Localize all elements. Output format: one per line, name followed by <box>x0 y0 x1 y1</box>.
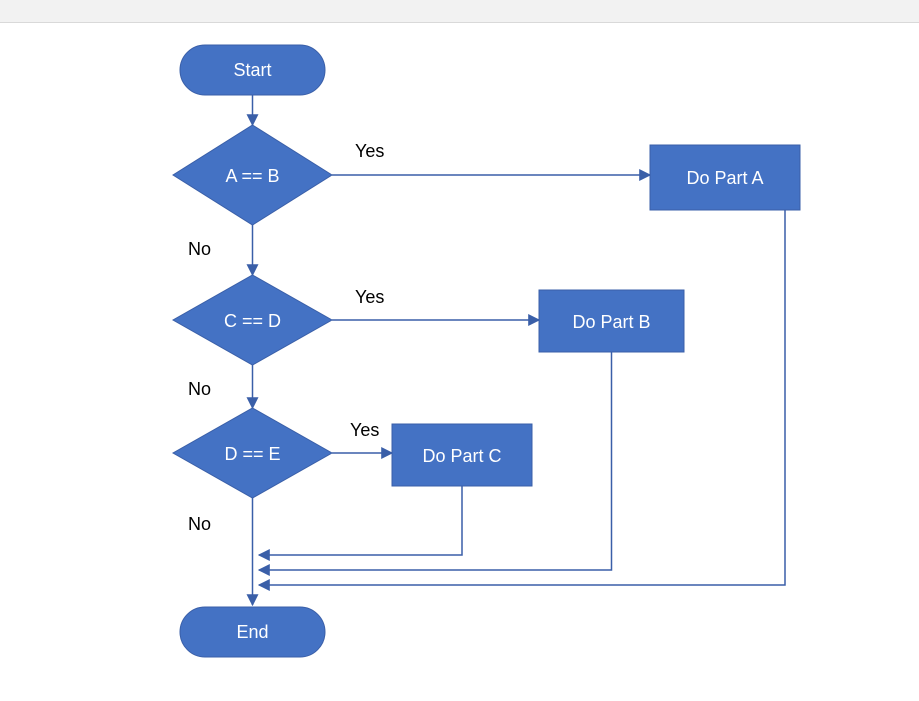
d3-no-label: No <box>188 514 211 534</box>
decision2-text: C == D <box>224 311 281 331</box>
process-c-text: Do Part C <box>422 446 501 466</box>
end-label: End <box>236 622 268 642</box>
process-c: Do Part C <box>392 424 532 486</box>
d3-yes-label: Yes <box>350 420 379 440</box>
process-a: Do Part A <box>650 145 800 210</box>
connector-c-return <box>259 486 462 555</box>
decision3-text: D == E <box>224 444 280 464</box>
process-b: Do Part B <box>539 290 684 352</box>
decision-d-eq-e: D == E <box>173 408 332 498</box>
process-a-text: Do Part A <box>686 168 763 188</box>
d1-no-label: No <box>188 239 211 259</box>
connector-a-return <box>259 210 785 585</box>
d1-yes-label: Yes <box>355 141 384 161</box>
window-top-strip <box>0 0 919 23</box>
flowchart-canvas: Start A == B Yes Do Part A No C == D Yes… <box>0 0 919 701</box>
decision-a-eq-b: A == B <box>173 125 332 225</box>
process-b-text: Do Part B <box>572 312 650 332</box>
d2-no-label: No <box>188 379 211 399</box>
decision1-text: A == B <box>225 166 279 186</box>
end-node: End <box>180 607 325 657</box>
start-node: Start <box>180 45 325 95</box>
d2-yes-label: Yes <box>355 287 384 307</box>
start-label: Start <box>233 60 271 80</box>
decision-c-eq-d: C == D <box>173 275 332 365</box>
